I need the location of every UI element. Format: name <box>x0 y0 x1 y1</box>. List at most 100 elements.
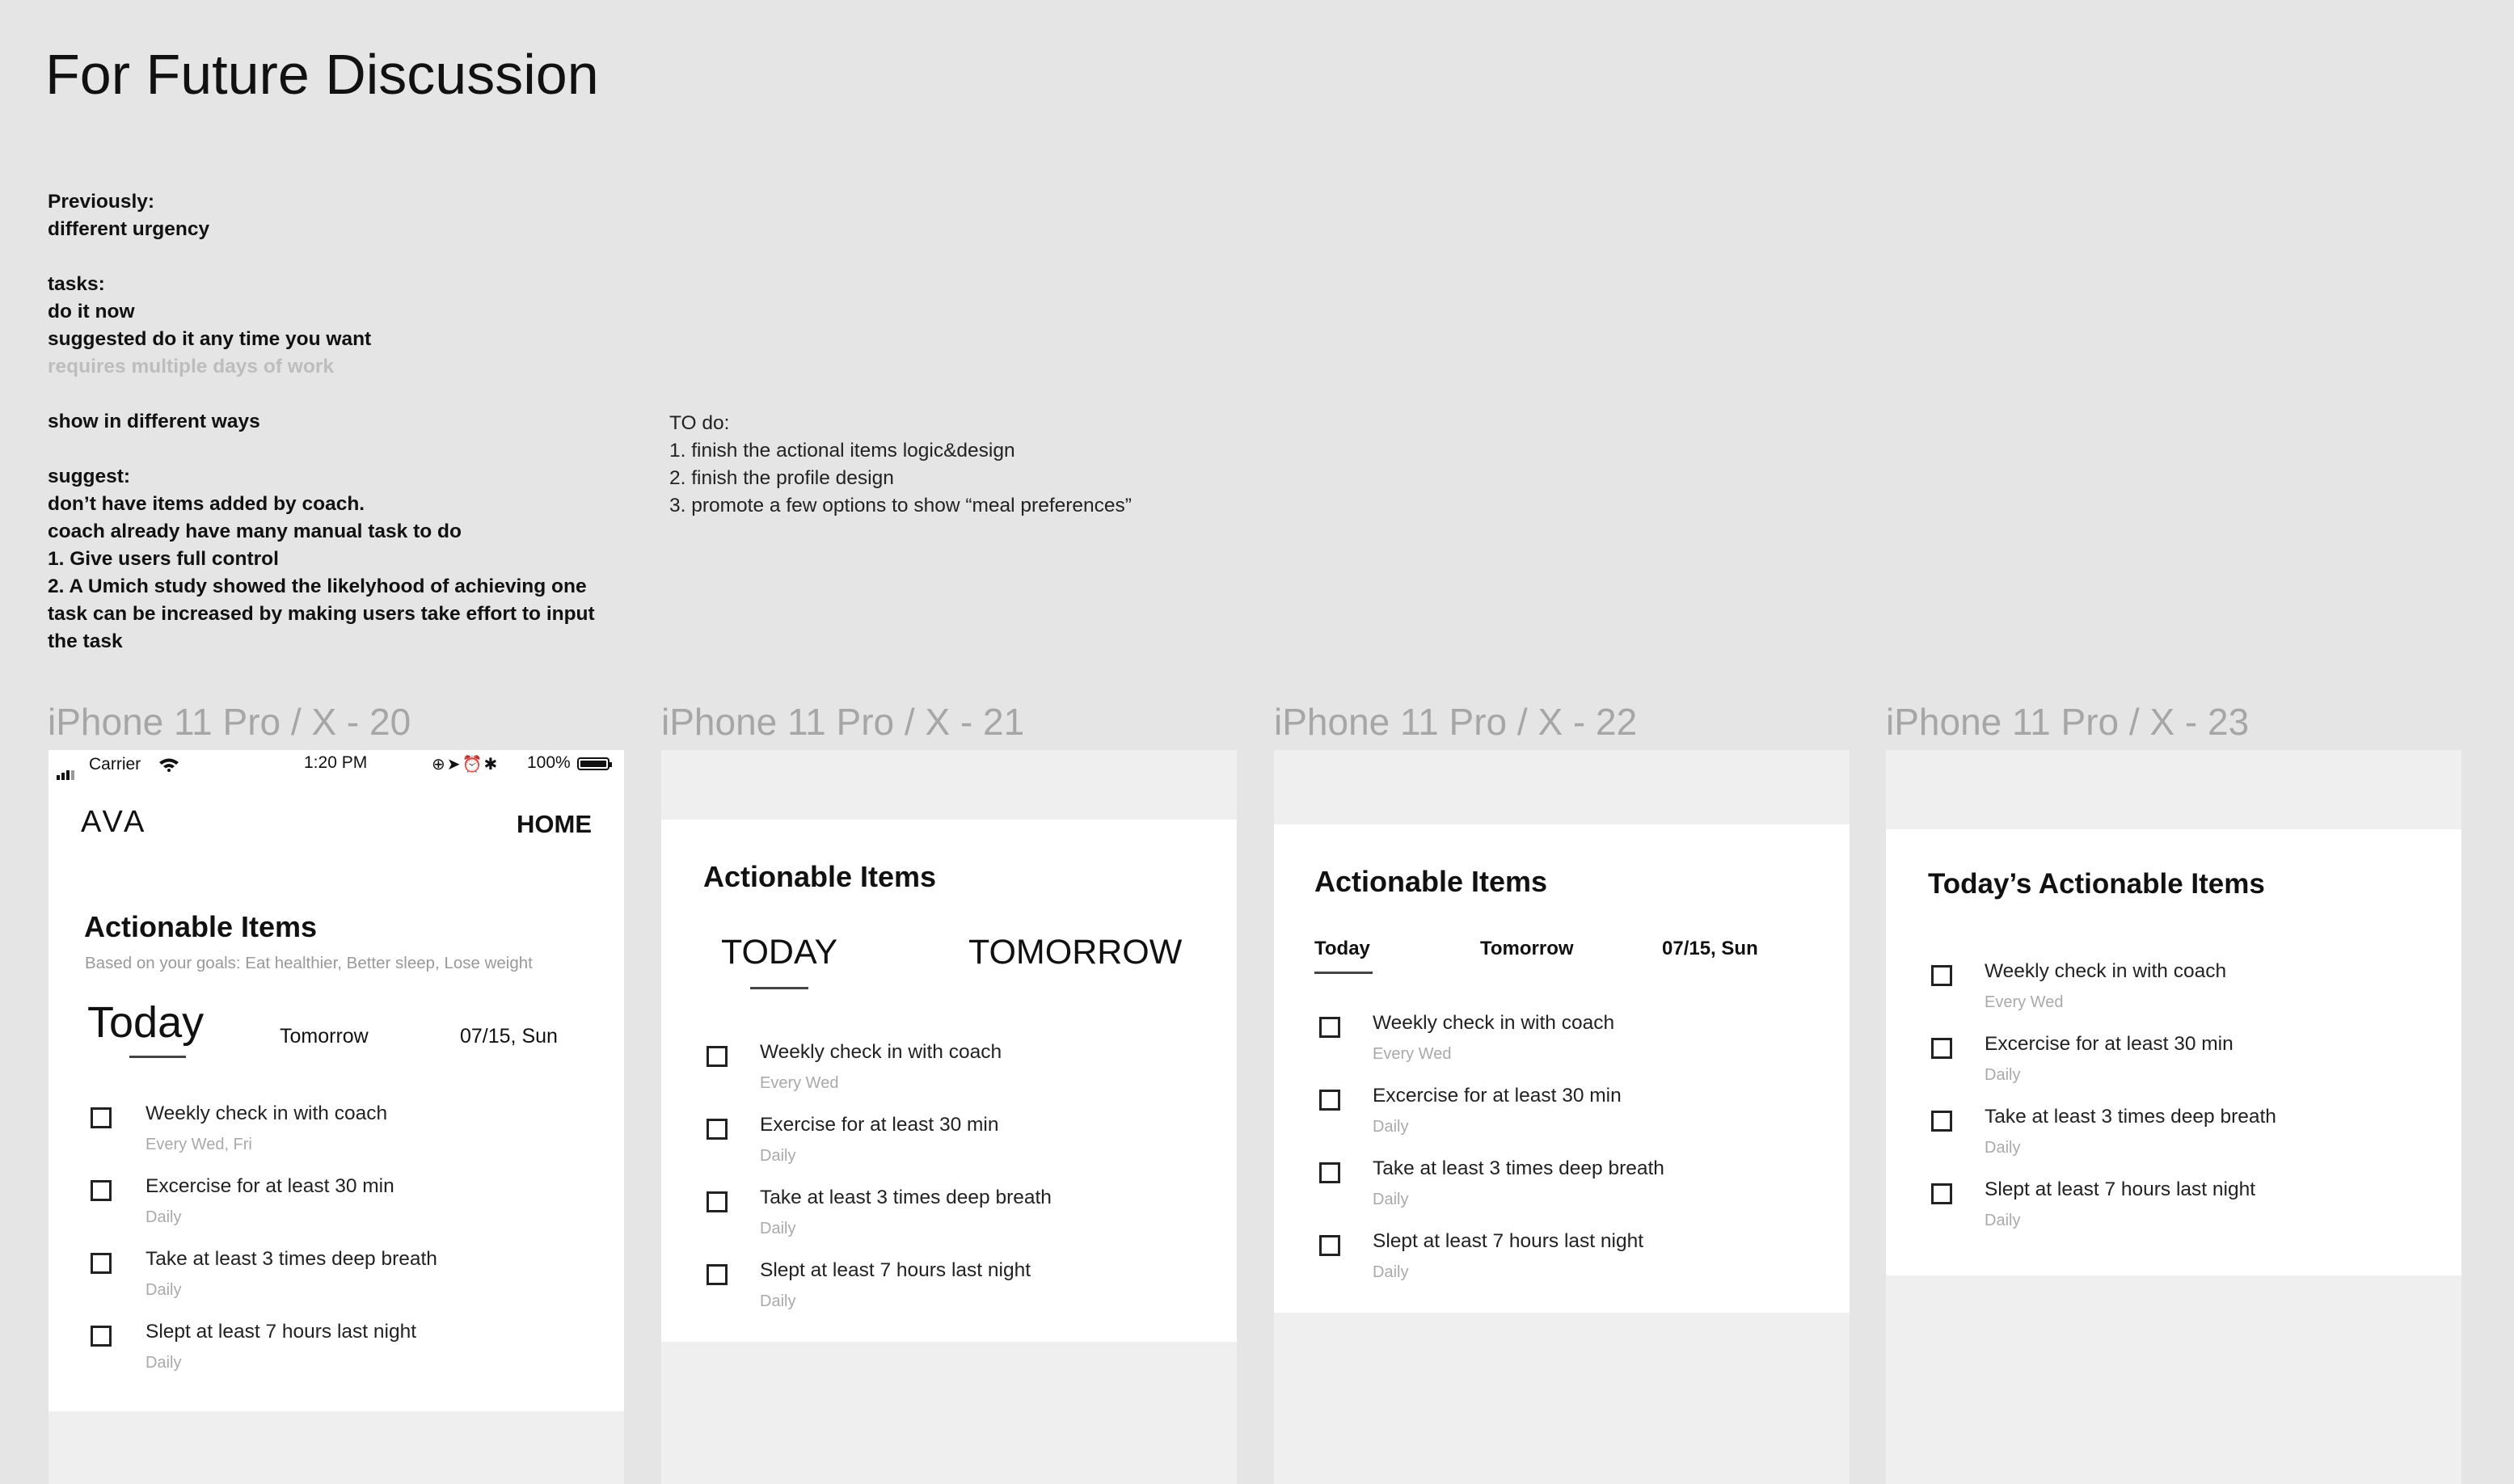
note-line: coach already have many manual task to d… <box>48 521 462 542</box>
tab-today[interactable]: Today <box>1314 938 1370 960</box>
todo-line: TO do: <box>669 412 730 434</box>
carrier-label: Carrier <box>89 755 141 774</box>
note-spacer <box>48 381 595 408</box>
status-bar: Carrier 1:20 PM ⊕➤⏰✱ 100% <box>49 750 624 780</box>
item-label: Take at least 3 times deep breath <box>146 1248 437 1270</box>
item-checkbox[interactable] <box>1931 1111 1952 1132</box>
section-subtitle: Based on your goals: Eat healthier, Bett… <box>85 954 533 972</box>
list-item: Take at least 3 times deep breath Daily <box>661 1183 1237 1254</box>
item-label: Slept at least 7 hours last night <box>1373 1230 1644 1252</box>
item-frequency: Daily <box>1985 1139 2021 1157</box>
list-item: Slept at least 7 hours last night Daily <box>1886 1175 2461 1246</box>
note-line: suggest: <box>48 466 131 487</box>
status-icons: ⊕➤⏰✱ <box>432 754 499 774</box>
list-item: Weekly check in with coach Every Wed <box>661 1038 1237 1109</box>
item-checkbox[interactable] <box>91 1326 112 1347</box>
item-checkbox[interactable] <box>1319 1017 1340 1038</box>
alarm-icon: ⏰ <box>462 756 484 774</box>
tab-date[interactable]: 07/15, Sun <box>460 1025 558 1048</box>
item-checkbox[interactable] <box>1319 1235 1340 1256</box>
item-checkbox[interactable] <box>707 1191 728 1212</box>
note-line: 1. Give users full control <box>48 548 279 570</box>
location-icon: ➤ <box>446 756 462 774</box>
item-checkbox[interactable] <box>1319 1090 1340 1111</box>
lock-rotation-icon: ⊕ <box>432 756 447 774</box>
item-frequency: Every Wed, Fri <box>146 1136 252 1153</box>
bluetooth-icon: ✱ <box>483 756 500 774</box>
tab-today[interactable]: Today <box>87 997 204 1048</box>
item-label: Take at least 3 times deep breath <box>1985 1106 2276 1128</box>
list-item: Slept at least 7 hours last night Daily <box>661 1256 1237 1327</box>
item-checkbox[interactable] <box>1931 965 1952 986</box>
item-label: Slept at least 7 hours last night <box>760 1259 1031 1281</box>
item-frequency: Every Wed <box>1373 1045 1452 1063</box>
item-checkbox[interactable] <box>1931 1183 1952 1204</box>
note-line: show in different ways <box>48 411 260 432</box>
section-title: Actionable Items <box>84 910 318 943</box>
item-checkbox[interactable] <box>91 1253 112 1274</box>
tab-tomorrow[interactable]: Tomorrow <box>280 1025 369 1048</box>
item-label: Exercise for at least 30 min <box>760 1114 999 1136</box>
item-label: Weekly check in with coach <box>1373 1012 1615 1034</box>
todo-notes: TO do: 1. finish the actional items logi… <box>669 410 1132 520</box>
item-frequency: Every Wed <box>760 1074 839 1092</box>
tab-date[interactable]: 07/15, Sun <box>1662 938 1758 960</box>
tab-today[interactable]: TODAY <box>721 933 837 972</box>
phone-frame-21: Actionable Items TODAY TOMORROW Weekly c… <box>661 750 1237 1484</box>
item-checkbox[interactable] <box>91 1107 112 1128</box>
frame-label: iPhone 11 Pro / X - 22 <box>1274 701 1638 743</box>
item-checkbox[interactable] <box>707 1264 728 1285</box>
list-item: Weekly check in with coach Every Wed, Fr… <box>49 1099 624 1170</box>
wifi-icon <box>158 756 179 777</box>
frame-label: iPhone 11 Pro / X - 23 <box>1886 701 2250 743</box>
note-line: do it now <box>48 301 135 323</box>
discussion-notes: Previously: different urgency tasks: do … <box>48 188 595 656</box>
item-label: Slept at least 7 hours last night <box>1985 1178 2256 1200</box>
home-nav-link[interactable]: HOME <box>517 810 592 839</box>
note-line-muted: requires multiple days of work <box>48 356 334 377</box>
screen-card: Actionable Items TODAY TOMORROW Weekly c… <box>661 820 1237 1342</box>
item-checkbox[interactable] <box>1319 1162 1340 1183</box>
list-item: Weekly check in with coach Every Wed <box>1886 957 2461 1028</box>
item-label: Excercise for at least 30 min <box>1373 1085 1622 1107</box>
list-item: Exercise for at least 30 min Daily <box>661 1111 1237 1182</box>
tab-tomorrow[interactable]: Tomorrow <box>1480 938 1574 960</box>
item-label: Take at least 3 times deep breath <box>1373 1157 1664 1179</box>
section-title: Today’s Actionable Items <box>1928 868 2265 900</box>
todo-line: 2. finish the profile design <box>669 467 894 489</box>
item-frequency: Daily <box>1985 1066 2021 1084</box>
signal-icon <box>57 761 76 780</box>
list-item: Take at least 3 times deep breath Daily <box>49 1245 624 1316</box>
note-line: Previously: <box>48 191 155 213</box>
active-tab-indicator <box>1314 972 1373 974</box>
item-frequency: Daily <box>1373 1118 1409 1136</box>
item-checkbox[interactable] <box>91 1180 112 1201</box>
item-checkbox[interactable] <box>707 1046 728 1067</box>
battery-icon <box>577 757 612 770</box>
list-item: Excercise for at least 30 min Daily <box>49 1172 624 1243</box>
item-checkbox[interactable] <box>1931 1038 1952 1059</box>
item-frequency: Daily <box>146 1281 182 1299</box>
status-time: 1:20 PM <box>304 753 368 772</box>
note-line: suggested do it any time you want <box>48 328 372 350</box>
tab-tomorrow[interactable]: TOMORROW <box>968 933 1182 972</box>
note-line: task can be increased by making users ta… <box>48 603 595 625</box>
phone-frame-23: Today’s Actionable Items Weekly check in… <box>1886 750 2461 1484</box>
item-frequency: Daily <box>1373 1263 1409 1281</box>
screen-card: Carrier 1:20 PM ⊕➤⏰✱ 100% AVA HOME Actio… <box>49 750 624 1411</box>
note-line: the task <box>48 630 123 652</box>
note-line: don’t have items added by coach. <box>48 493 365 515</box>
note-spacer <box>48 243 595 271</box>
battery-percent: 100% <box>527 753 571 772</box>
todo-line: 3. promote a few options to show “meal p… <box>669 495 1132 516</box>
note-line: 2. A Umich study showed the likelyhood o… <box>48 575 587 597</box>
item-frequency: Daily <box>760 1220 796 1237</box>
item-frequency: Daily <box>146 1354 182 1372</box>
frame-label: iPhone 11 Pro / X - 21 <box>661 701 1025 743</box>
item-checkbox[interactable] <box>707 1119 728 1140</box>
list-item: Take at least 3 times deep breath Daily <box>1886 1102 2461 1174</box>
todo-line: 1. finish the actional items logic&desig… <box>669 440 1015 462</box>
list-item: Weekly check in with coach Every Wed <box>1274 1009 1850 1080</box>
item-frequency: Daily <box>1985 1212 2021 1229</box>
screen-card: Today’s Actionable Items Weekly check in… <box>1886 829 2461 1275</box>
